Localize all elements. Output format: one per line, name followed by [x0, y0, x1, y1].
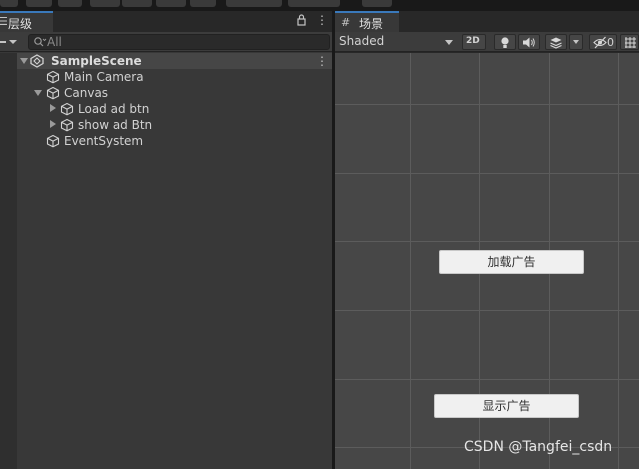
- effects-icon: [550, 37, 562, 49]
- collapse-arrow-icon[interactable]: [50, 104, 56, 112]
- gizmos-button[interactable]: [620, 34, 639, 50]
- shading-mode-label: Shaded: [339, 34, 385, 48]
- hierarchy-item-label: Main Camera: [64, 70, 144, 84]
- hierarchy-panel: ☰ 层级 ⋮ SampleScene ⋮: [0, 11, 332, 469]
- hierarchy-item-canvas[interactable]: Canvas: [17, 85, 332, 101]
- scene-toolbar: Shaded 2D 0: [335, 32, 639, 52]
- scene-viewport[interactable]: 加载广告 显示广告: [335, 53, 639, 469]
- hierarchy-toolbar: [0, 32, 332, 52]
- hierarchy-item-label: show ad Btn: [78, 118, 153, 132]
- gameobject-cube-icon: [60, 118, 74, 132]
- top-toolbar: [0, 0, 639, 10]
- expand-arrow-icon[interactable]: [34, 90, 42, 96]
- lock-icon[interactable]: [297, 14, 306, 26]
- effects-dropdown[interactable]: [569, 34, 583, 50]
- hierarchy-item-load-ad-btn[interactable]: Load ad btn: [17, 101, 332, 117]
- toolbar-button[interactable]: [288, 0, 340, 7]
- shading-mode-dropdown[interactable]: Shaded: [335, 32, 457, 52]
- toolbar-button[interactable]: [226, 0, 282, 7]
- hierarchy-tabbar: ☰ 层级 ⋮: [0, 11, 332, 32]
- grid-line: [335, 104, 639, 105]
- grid-line: [335, 379, 639, 380]
- hierarchy-search[interactable]: [28, 34, 330, 50]
- toggle-audio-button[interactable]: [518, 34, 540, 50]
- toolbar-button[interactable]: [156, 0, 186, 7]
- add-bar-icon: [0, 41, 6, 43]
- chevron-down-icon: [445, 40, 453, 45]
- hierarchy-item-label: Canvas: [64, 86, 109, 100]
- toolbar-button[interactable]: [26, 0, 52, 7]
- light-icon: [501, 37, 509, 48]
- search-icon: [34, 37, 47, 47]
- toggle-2d-button[interactable]: 2D: [462, 34, 486, 50]
- chevron-down-icon: [9, 40, 17, 44]
- tab-hierarchy-label: 层级: [8, 17, 33, 31]
- add-object-dropdown[interactable]: [0, 34, 22, 49]
- gizmos-icon: [625, 37, 636, 48]
- kebab-icon[interactable]: ⋮: [316, 53, 328, 69]
- search-input[interactable]: [47, 35, 327, 49]
- gameobject-cube-icon: [60, 102, 74, 116]
- hidden-objects-button[interactable]: 0: [589, 34, 617, 50]
- toolbar-button[interactable]: [122, 0, 152, 7]
- scene-panel: # 场景 Shaded 2D 0 加载广告 显示广告: [335, 11, 639, 469]
- toolbar-button[interactable]: [362, 0, 392, 7]
- show-ad-button[interactable]: 显示广告: [434, 394, 579, 418]
- hierarchy-item-main-camera[interactable]: Main Camera: [17, 69, 332, 85]
- scene-name: SampleScene: [51, 54, 142, 68]
- toolbar-button[interactable]: [190, 0, 216, 7]
- hierarchy-item-label: EventSystem: [64, 134, 144, 148]
- gameobject-cube-icon: [46, 134, 60, 148]
- gameobject-cube-icon: [46, 70, 60, 84]
- grid-line: [410, 53, 411, 469]
- kebab-icon[interactable]: ⋮: [316, 13, 328, 27]
- scene-grid-icon: #: [341, 16, 351, 29]
- tab-scene[interactable]: # 场景: [335, 11, 399, 32]
- hidden-count: 0: [607, 36, 614, 49]
- hierarchy-gutter: [0, 53, 17, 469]
- tab-scene-label: 场景: [359, 17, 384, 31]
- toolbar-button[interactable]: [58, 0, 82, 7]
- hierarchy-item-label: Load ad btn: [78, 102, 150, 116]
- toolbar-button[interactable]: [90, 0, 120, 7]
- collapse-arrow-icon[interactable]: [50, 120, 56, 128]
- toggle-lighting-button[interactable]: [494, 34, 516, 50]
- grid-line: [335, 310, 639, 311]
- expand-arrow-icon[interactable]: [20, 58, 28, 64]
- toolbar-button[interactable]: [0, 0, 18, 7]
- load-ad-button[interactable]: 加载广告: [439, 250, 584, 274]
- grid-line: [618, 53, 619, 469]
- toggle-2d-label: 2D: [466, 36, 480, 46]
- hierarchy-item-eventsystem[interactable]: EventSystem: [17, 133, 332, 149]
- gameobject-cube-icon: [46, 86, 60, 100]
- chevron-down-icon: [573, 40, 579, 44]
- unity-scene-icon: [30, 54, 44, 68]
- audio-icon: [523, 37, 535, 48]
- tab-hierarchy[interactable]: ☰ 层级: [0, 11, 53, 32]
- scene-root-row[interactable]: SampleScene ⋮: [17, 53, 332, 69]
- toggle-effects-button[interactable]: [545, 34, 567, 50]
- grid-line: [335, 241, 639, 242]
- watermark: CSDN @Tangfei_csdn: [464, 439, 613, 455]
- menu-icon: ☰: [0, 15, 8, 28]
- grid-line: [335, 173, 639, 174]
- hidden-eye-icon: [593, 36, 607, 49]
- hierarchy-item-show-ad-btn[interactable]: show ad Btn: [17, 117, 332, 133]
